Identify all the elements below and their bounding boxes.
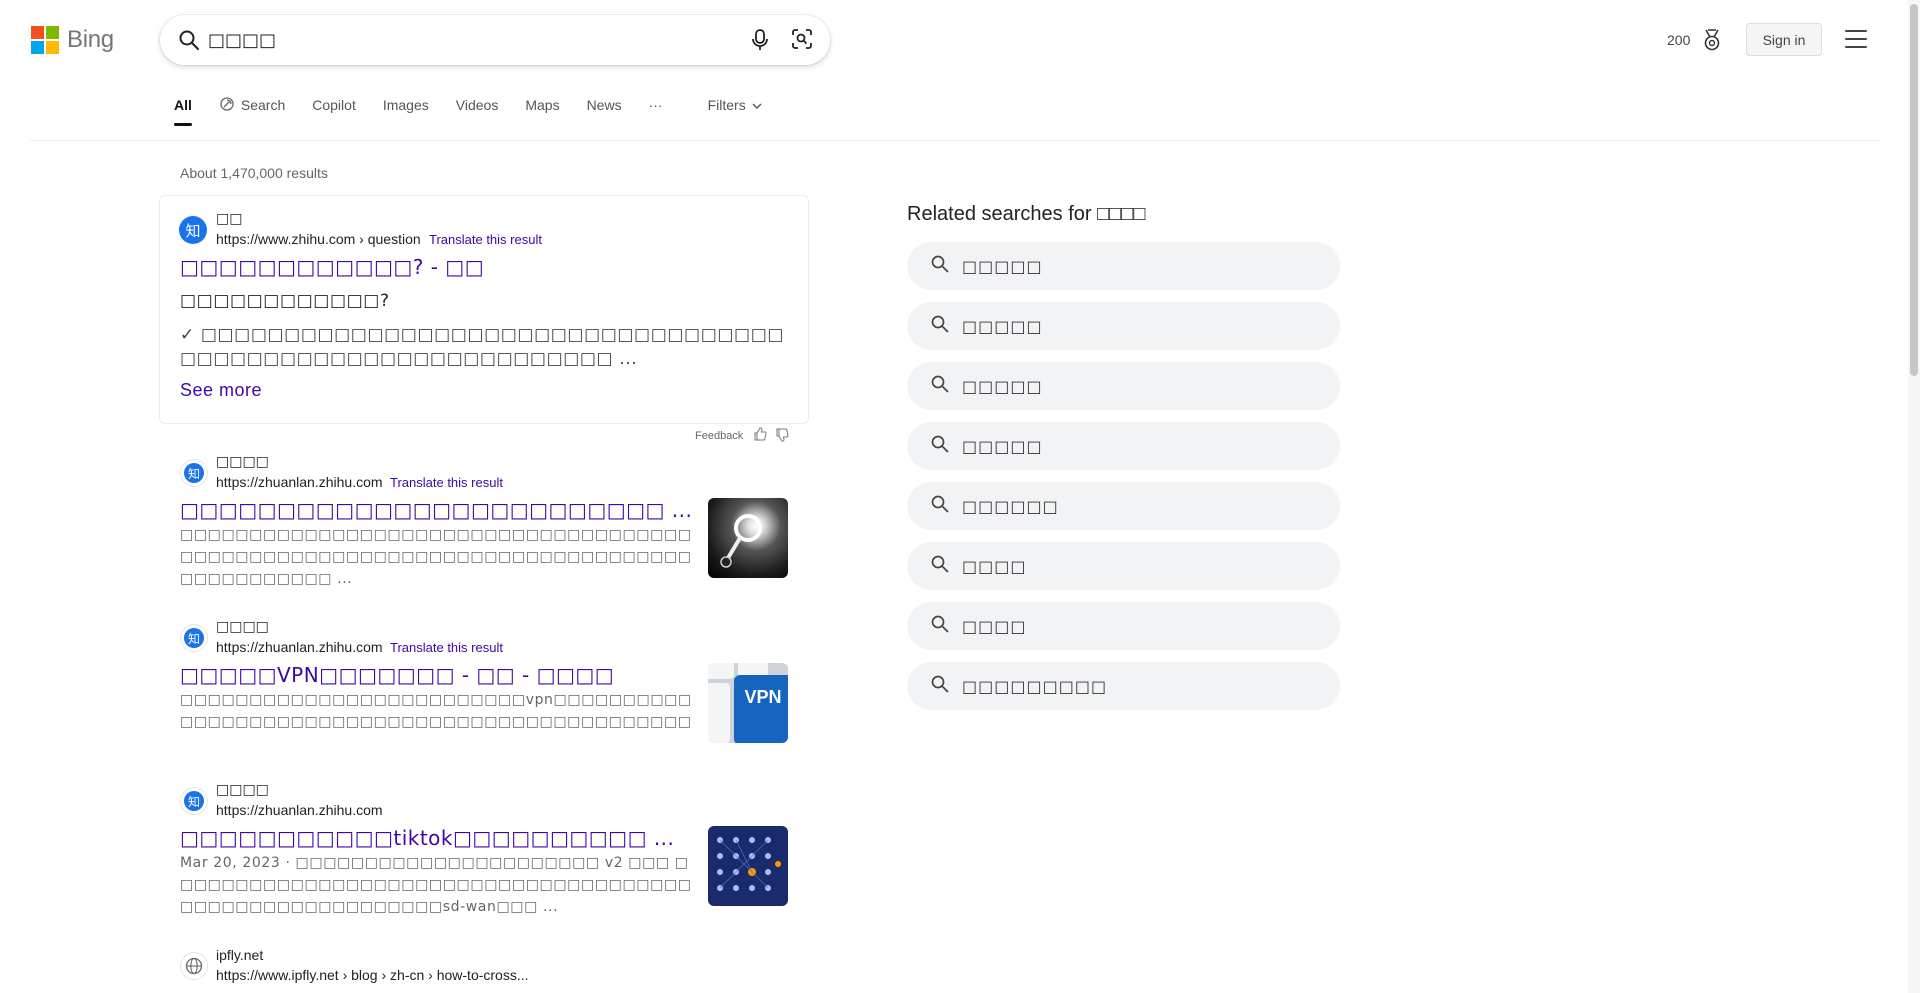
- related-search-pill[interactable]: □□□□: [907, 602, 1340, 650]
- site-url[interactable]: https://www.ipfly.net › blog › zh-cn › h…: [216, 967, 529, 983]
- site-name[interactable]: □□□□: [216, 782, 269, 798]
- microphone-icon[interactable]: [750, 28, 770, 57]
- related-search-pill[interactable]: □□□□: [907, 542, 1340, 590]
- search-icon: [930, 554, 950, 578]
- search-icon[interactable]: [178, 29, 200, 56]
- result-thumbnail[interactable]: [708, 826, 788, 906]
- result-thumbnail[interactable]: [708, 498, 788, 578]
- filters-button[interactable]: Filters: [708, 97, 762, 113]
- site-favicon[interactable]: 知: [180, 459, 208, 487]
- sign-in-button[interactable]: Sign in: [1746, 23, 1822, 56]
- search-icon: [930, 254, 950, 278]
- search-box[interactable]: [160, 15, 830, 65]
- related-search-pill[interactable]: □□□□□: [907, 362, 1340, 410]
- thumbs-up-icon[interactable]: [753, 427, 767, 446]
- tab-label: Images: [382, 97, 429, 113]
- translate-link[interactable]: Translate this result: [429, 232, 542, 247]
- more-icon: ···: [648, 97, 663, 113]
- tab-images[interactable]: Images: [383, 97, 429, 113]
- logo-text: Bing: [67, 26, 114, 53]
- related-search-pill[interactable]: □□□□□: [907, 242, 1340, 290]
- tab-label: Videos: [455, 97, 499, 113]
- related-search-pill[interactable]: □□□□□: [907, 302, 1340, 350]
- site-url[interactable]: https://zhuanlan.zhihu.com: [216, 474, 383, 490]
- site-url[interactable]: https://zhuanlan.zhihu.com: [216, 639, 383, 655]
- result-title-link[interactable]: □□□□□□□□□□□□□□□□□□□□□□□□□ ...: [180, 498, 692, 522]
- more-tabs-button[interactable]: ···: [649, 97, 663, 113]
- related-search-label: □□□□□: [962, 436, 1043, 456]
- related-search-pill[interactable]: □□□□□□: [907, 482, 1340, 530]
- result-snippet: Mar 20, 2023 · □□□□□□□□□□□□□□□□□□□□□□ v2…: [180, 855, 692, 915]
- site-favicon[interactable]: 知: [180, 624, 208, 652]
- featured-answer: ✓ □□□□□□□□□□□□□□□□□□□□□□□□□□□□□□□□□□□□□□…: [180, 325, 785, 369]
- result-title-link[interactable]: □□□□□VPN□□□□□□□ - □□ - □□□□: [180, 663, 614, 687]
- see-more-link[interactable]: See more: [180, 380, 262, 401]
- site-name[interactable]: □□□□: [216, 454, 269, 470]
- tab-label: All: [174, 97, 192, 113]
- chevron-down-icon: [752, 97, 762, 113]
- related-search-label: □□□□□□: [962, 496, 1059, 516]
- search-icon: [930, 314, 950, 338]
- search-icon: [930, 374, 950, 398]
- tab-label: Search: [240, 97, 286, 113]
- search-scope-tabs: All Search Copilot Images Videos Maps Ne…: [174, 93, 789, 126]
- search-icon: [930, 614, 950, 638]
- related-search-label: □□□□□: [962, 376, 1043, 396]
- tab-label: Copilot: [312, 97, 356, 113]
- scrollbar-thumb[interactable]: [1910, 4, 1918, 376]
- site-name[interactable]: ipfly.net: [216, 947, 263, 963]
- site-name[interactable]: □□: [216, 211, 242, 227]
- related-search-label: □□□□: [962, 616, 1027, 636]
- search-icon: [930, 494, 950, 518]
- related-search-pill[interactable]: □□□□□□□□□: [907, 662, 1340, 710]
- rewards-points[interactable]: 200: [1667, 32, 1690, 48]
- related-search-pill[interactable]: □□□□□: [907, 422, 1340, 470]
- tab-label: Filters: [707, 97, 746, 113]
- result-snippet: □□□□□□□□□□□□□□□□□□□□□□□□□vpn□□□□□□□□□□□□…: [180, 692, 692, 730]
- rewards-medal-icon[interactable]: [1702, 29, 1722, 56]
- search-icon: [930, 434, 950, 458]
- site-url[interactable]: https://www.zhihu.com › question: [216, 231, 421, 247]
- thumbnail-label: VPN: [744, 687, 781, 707]
- featured-question: □□□□□□□□□□□□?: [180, 291, 390, 311]
- result-title-link[interactable]: □□□□□□□□□□□□? - □□: [180, 255, 484, 279]
- site-url[interactable]: https://zhuanlan.zhihu.com: [216, 802, 383, 818]
- globe-icon: [185, 957, 203, 975]
- tab-news[interactable]: News: [587, 97, 622, 113]
- result-thumbnail[interactable]: VPN: [708, 663, 788, 743]
- tab-all[interactable]: All: [174, 97, 192, 126]
- site-name[interactable]: □□□□: [216, 619, 269, 635]
- site-favicon[interactable]: 知: [180, 787, 208, 815]
- header-divider: [30, 140, 1880, 141]
- site-favicon[interactable]: [180, 952, 208, 980]
- thumbs-down-icon[interactable]: [775, 428, 789, 447]
- search-input[interactable]: [208, 27, 688, 53]
- menu-icon[interactable]: [1845, 30, 1867, 48]
- feedback-label[interactable]: Feedback: [695, 430, 743, 442]
- related-search-label: □□□□□: [962, 256, 1043, 276]
- related-searches-heading: Related searches for □□□□: [907, 203, 1146, 225]
- site-favicon[interactable]: 知: [179, 216, 207, 244]
- related-search-label: □□□□□: [962, 316, 1043, 336]
- translate-link[interactable]: Translate this result: [390, 640, 503, 655]
- tab-copilot[interactable]: Copilot: [312, 97, 356, 113]
- microsoft-logo-icon: [31, 26, 59, 54]
- bing-logo[interactable]: Bing: [31, 26, 114, 54]
- related-search-label: □□□□□□□□□: [962, 676, 1108, 696]
- related-search-label: □□□□: [962, 556, 1027, 576]
- tab-maps[interactable]: Maps: [525, 97, 559, 113]
- visual-search-icon[interactable]: [791, 28, 813, 55]
- translate-link[interactable]: Translate this result: [390, 475, 503, 490]
- result-count: About 1,470,000 results: [180, 165, 328, 181]
- result-title-link[interactable]: □□□□□□□□□□□tiktok□□□□□□□□□□ ...: [180, 826, 674, 850]
- tab-label: News: [586, 97, 622, 113]
- copilot-search-icon: [219, 96, 235, 115]
- result-snippet: □□□□□□□□□□□□□□□□□□□□□□□□□□□□□□□□□□□□□□□□…: [180, 527, 692, 587]
- tab-search[interactable]: Search: [219, 96, 285, 115]
- tab-label: Maps: [525, 97, 560, 113]
- search-icon: [930, 674, 950, 698]
- tab-videos[interactable]: Videos: [456, 97, 499, 113]
